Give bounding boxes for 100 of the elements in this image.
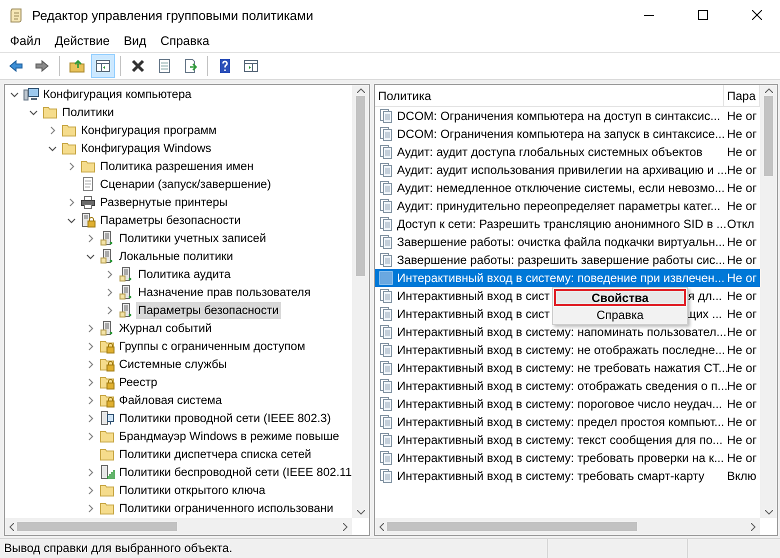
tree-item[interactable]: Политики учетных записей: [117, 230, 268, 246]
status-text: Вывод справки для выбранного объекта.: [3, 540, 234, 557]
policy-icon: [378, 360, 394, 376]
collapsed-chevron-icon[interactable]: [66, 162, 76, 170]
folder-icon: [99, 482, 115, 498]
collapsed-chevron-icon[interactable]: [86, 342, 94, 350]
tree-item[interactable]: Системные службы: [117, 356, 229, 372]
tree-item[interactable]: Конфигурация программ: [79, 122, 219, 138]
expanded-chevron-icon[interactable]: [10, 90, 18, 98]
policy-icon: [378, 450, 394, 466]
tree-item[interactable]: Политики: [60, 104, 116, 120]
policy-setting: Вклю: [726, 469, 758, 483]
folder-lock-icon: [99, 374, 115, 390]
back-arrow-icon: [8, 58, 24, 74]
policy-setting: Откл: [726, 217, 756, 231]
collapsed-chevron-icon[interactable]: [104, 288, 114, 296]
tree-item[interactable]: Сценарии (запуск/завершение): [98, 176, 274, 192]
tree-item[interactable]: Политики диспетчера списка сетей: [117, 446, 314, 462]
tree-item[interactable]: Конфигурация компьютера: [41, 86, 194, 102]
printer-icon: [80, 194, 96, 210]
panel-icon: [95, 58, 111, 74]
expanded-chevron-icon[interactable]: [86, 252, 94, 260]
tree-item[interactable]: Параметры безопасности: [136, 302, 281, 318]
tree-item[interactable]: Политики ограниченного использовани: [117, 500, 336, 516]
folder-icon: [61, 122, 77, 138]
tree-item[interactable]: Реестр: [117, 374, 160, 390]
computer-icon: [23, 86, 39, 102]
horizontal-scrollbar[interactable]: [5, 518, 352, 535]
policy-name: Аудит: аудит доступа глобальных системных объектов: [397, 145, 703, 159]
collapsed-chevron-icon[interactable]: [86, 234, 94, 242]
menu-item[interactable]: Действие: [48, 32, 117, 50]
scrollbar-thumb[interactable]: [387, 522, 637, 531]
policy-icon: [378, 126, 394, 142]
collapsed-chevron-icon[interactable]: [86, 378, 94, 386]
tree-item[interactable]: Конфигурация Windows: [79, 140, 214, 156]
help-icon: [217, 58, 233, 74]
menu-item[interactable]: Справка: [153, 32, 216, 50]
policy-icon: [378, 216, 394, 232]
policy-icon: [378, 252, 394, 268]
collapsed-chevron-icon[interactable]: [48, 126, 56, 134]
collapsed-chevron-icon[interactable]: [104, 306, 114, 314]
policy-setting: Не ог: [726, 289, 758, 303]
collapsed-chevron-icon[interactable]: [86, 432, 94, 440]
collapsed-chevron-icon[interactable]: [86, 360, 94, 368]
tree-item[interactable]: Развернутые принтеры: [98, 194, 230, 210]
scrollbar-thumb[interactable]: [764, 96, 773, 176]
policy-name: Интерактивный вход в сист: [397, 307, 550, 321]
scrollbar-thumb[interactable]: [17, 522, 177, 531]
policy-name: Завершение работы: разрешить завершение работы сис...: [397, 253, 726, 267]
panel-icon: [243, 58, 259, 74]
forward-arrow-icon: [34, 58, 50, 74]
context-menu-item[interactable]: Справка: [554, 306, 686, 323]
policy-setting: Не ог: [726, 325, 758, 339]
menu-item[interactable]: Файл: [3, 32, 48, 50]
column-header[interactable]: Политика: [375, 85, 724, 107]
policy-name: Интерактивный вход в систему: отображать сведения о п...: [397, 379, 728, 393]
horizontal-scrollbar[interactable]: [375, 518, 760, 535]
policy-setting: Не ог: [726, 451, 758, 465]
tree-item[interactable]: Политики проводной сети (IEEE 802.3): [117, 410, 333, 426]
policy-setting: Не ог: [726, 397, 758, 411]
tree-item[interactable]: Политика аудита: [136, 266, 233, 282]
collapsed-chevron-icon[interactable]: [66, 198, 76, 206]
tree-item[interactable]: Локальные политики: [117, 248, 236, 264]
folder-up-icon: [69, 58, 85, 74]
policy-icon: [378, 414, 394, 430]
tree-item[interactable]: Файловая система: [117, 392, 224, 408]
document-icon: [80, 176, 96, 192]
scroll-icon: [8, 7, 24, 23]
tree-item[interactable]: Параметры безопасности: [98, 212, 243, 228]
tree-item[interactable]: Назначение прав пользователя: [136, 284, 313, 300]
policy-name: Интерактивный вход в систему: не требовать нажатия CT...: [397, 361, 728, 375]
folder-icon: [42, 104, 58, 120]
tree-item[interactable]: Политики беспроводной сети (IEEE 802.11: [117, 464, 352, 480]
context-menu-item[interactable]: Свойства: [554, 289, 686, 306]
folder-icon: [99, 500, 115, 516]
server-icon: [99, 230, 115, 246]
expanded-chevron-icon[interactable]: [66, 216, 76, 224]
collapsed-chevron-icon[interactable]: [86, 468, 94, 476]
collapsed-chevron-icon[interactable]: [86, 504, 94, 512]
tree-item[interactable]: Политики открытого ключа: [117, 482, 268, 498]
tree-item[interactable]: Журнал событий: [117, 320, 214, 336]
collapsed-chevron-icon[interactable]: [86, 324, 94, 332]
collapsed-chevron-icon[interactable]: [104, 270, 114, 278]
vertical-scrollbar[interactable]: [352, 85, 369, 518]
collapsed-chevron-icon[interactable]: [86, 486, 94, 494]
selected-list-row[interactable]: Интерактивный вход в систему: поведение при извлечен... Не ог: [375, 269, 760, 287]
vertical-scrollbar[interactable]: [760, 85, 777, 518]
policy-icon: [378, 180, 394, 196]
tree-item[interactable]: Политика разрешения имен: [98, 158, 256, 174]
panel-button[interactable]: [91, 54, 115, 78]
tree-item[interactable]: Группы с ограниченным доступом: [117, 338, 308, 354]
scrollbar-thumb[interactable]: [356, 96, 365, 276]
expanded-chevron-icon[interactable]: [48, 144, 56, 152]
folder-icon: [80, 158, 96, 174]
collapsed-chevron-icon[interactable]: [86, 396, 94, 404]
collapsed-chevron-icon[interactable]: [86, 414, 94, 422]
expanded-chevron-icon[interactable]: [28, 108, 38, 116]
menu-item[interactable]: Вид: [116, 32, 154, 50]
policy-name: Аудит: аудит использования привилегии на архивацию и ...: [397, 163, 728, 177]
tree-item[interactable]: Брандмауэр Windows в режиме повыше: [117, 428, 342, 444]
